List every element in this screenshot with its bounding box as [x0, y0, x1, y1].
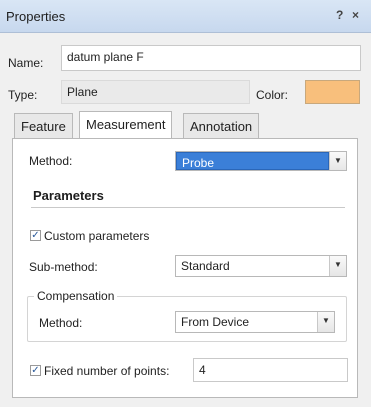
- tab-measurement[interactable]: Measurement: [79, 111, 173, 138]
- compensation-method-dropdown[interactable]: From Device ▼: [175, 311, 335, 333]
- sub-method-dropdown[interactable]: Standard ▼: [175, 255, 347, 277]
- compensation-method-label: Method:: [39, 316, 83, 330]
- fixed-points-checkbox[interactable]: ✓: [30, 365, 41, 376]
- chevron-down-icon: ▼: [317, 312, 334, 332]
- type-value: Plane: [67, 85, 98, 99]
- close-icon[interactable]: ×: [352, 8, 359, 22]
- measurement-panel: Method: Probe ▼ Parameters ✓ Custom para…: [12, 138, 358, 398]
- sub-method-value: Standard: [181, 259, 230, 273]
- type-field: Plane: [61, 80, 250, 104]
- name-field[interactable]: datum plane F: [61, 45, 361, 71]
- color-label: Color:: [256, 88, 289, 102]
- method-dropdown[interactable]: Probe ▼: [175, 151, 347, 171]
- compensation-method-value: From Device: [181, 315, 250, 329]
- help-icon[interactable]: ?: [336, 8, 343, 22]
- compensation-title: Compensation: [34, 289, 118, 303]
- type-label: Type:: [8, 88, 38, 102]
- sub-method-label: Sub-method:: [29, 260, 98, 274]
- window-title: Properties: [6, 9, 66, 24]
- title-bar: Properties ? ×: [0, 0, 371, 33]
- color-swatch[interactable]: [305, 80, 360, 104]
- method-label: Method:: [29, 154, 73, 168]
- fixed-points-value: 4: [199, 363, 206, 377]
- tab-feature[interactable]: Feature: [14, 113, 73, 138]
- chevron-down-icon: ▼: [329, 256, 346, 276]
- tab-annotation[interactable]: Annotation: [183, 113, 260, 138]
- name-value: datum plane F: [67, 50, 144, 64]
- custom-parameters-checkbox[interactable]: ✓: [30, 230, 41, 241]
- method-value: Probe: [176, 152, 329, 170]
- fixed-points-label: Fixed number of points:: [44, 364, 170, 378]
- parameters-heading: Parameters: [33, 188, 104, 203]
- chevron-down-icon: ▼: [329, 152, 346, 170]
- fixed-points-input[interactable]: 4: [193, 358, 348, 382]
- parameters-divider: [31, 207, 345, 208]
- name-label: Name:: [8, 56, 44, 70]
- custom-parameters-label: Custom parameters: [44, 229, 150, 243]
